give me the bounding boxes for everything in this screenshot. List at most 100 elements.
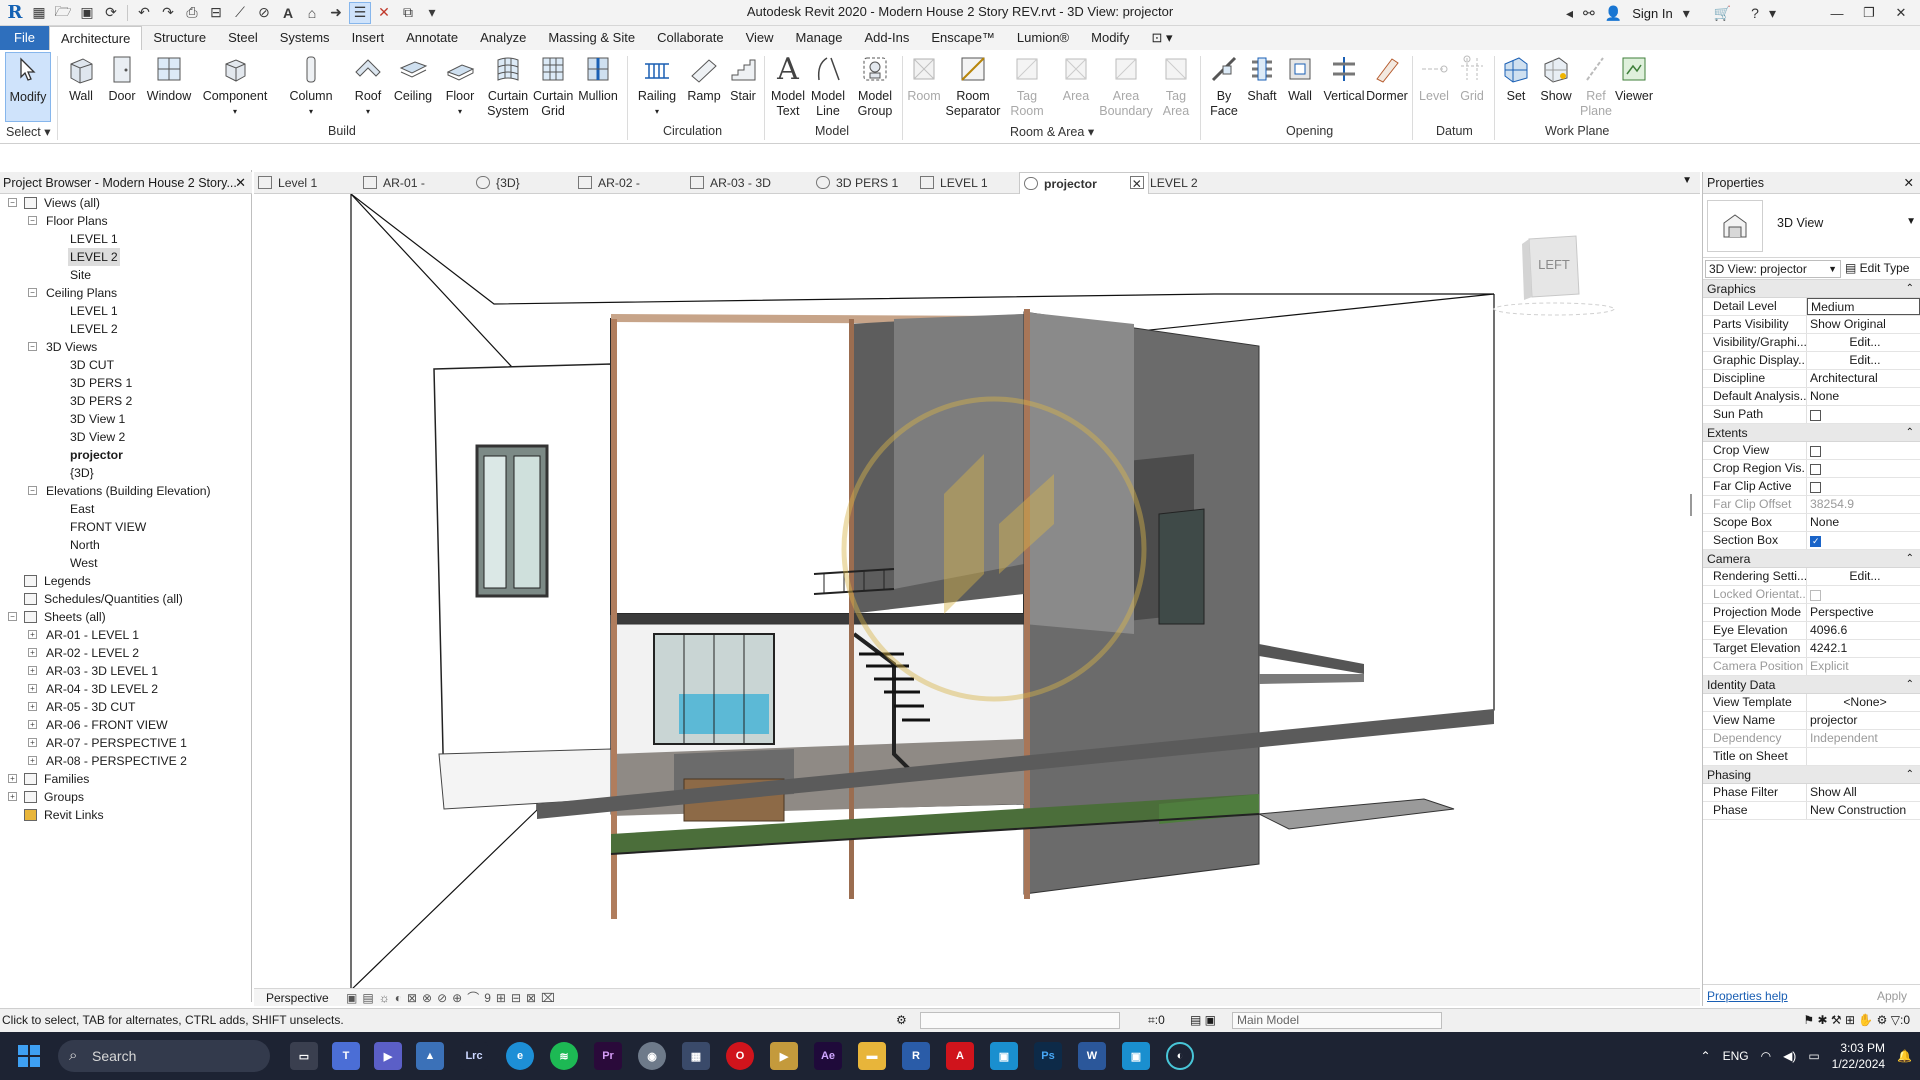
expand-icon[interactable]: +: [28, 630, 37, 639]
tab-massing-site[interactable]: Massing & Site: [537, 26, 646, 50]
collapse-icon[interactable]: ⌃: [1906, 280, 1914, 298]
property-value[interactable]: None: [1807, 514, 1920, 531]
property-category[interactable]: Extents ⌃: [1703, 424, 1920, 442]
ceiling-button[interactable]: Ceiling: [391, 52, 435, 104]
dimension-icon[interactable]: ⟋: [229, 2, 251, 24]
tree-node[interactable]: + Groups: [0, 788, 252, 806]
instance-filter-select[interactable]: 3D View: projector ▼: [1705, 260, 1841, 278]
tree-node[interactable]: − Ceiling Plans: [0, 284, 252, 302]
thin-lines-icon[interactable]: ☰: [349, 1, 371, 24]
help-dropdown-icon[interactable]: ▾: [1769, 5, 1776, 22]
view-tab[interactable]: AR-01 - LEVEL 1: [359, 172, 459, 212]
property-value[interactable]: 4242.1: [1807, 640, 1920, 657]
level-button[interactable]: Level: [1416, 52, 1452, 104]
checkbox[interactable]: [1810, 533, 1821, 549]
curtain-system-button[interactable]: Curtain System: [484, 52, 532, 119]
property-value[interactable]: Edit...: [1807, 334, 1920, 351]
checkbox[interactable]: [1810, 482, 1821, 493]
property-value[interactable]: [1807, 532, 1920, 549]
sign-in-link[interactable]: Sign In: [1632, 6, 1672, 21]
tab-architecture[interactable]: Architecture: [48, 26, 143, 50]
property-value[interactable]: [1807, 406, 1920, 423]
viewcube[interactable]: LEFT: [1493, 235, 1615, 316]
edit-type-button[interactable]: ▤ Edit Type: [1845, 261, 1909, 275]
tree-node[interactable]: + AR-08 - PERSPECTIVE 2: [0, 752, 252, 770]
checkbox[interactable]: [1810, 410, 1821, 421]
design-option-select[interactable]: Main Model: [1232, 1012, 1442, 1029]
minimize-button[interactable]: —: [1826, 6, 1848, 21]
view-tab[interactable]: AR-02 - LEVEL 2: [574, 172, 674, 212]
property-value[interactable]: New Construction: [1807, 802, 1920, 819]
tree-node[interactable]: FRONT VIEW: [0, 518, 252, 536]
edge-icon[interactable]: e: [506, 1042, 534, 1070]
tag-room-button[interactable]: Tag Room: [1008, 52, 1046, 119]
tab-view[interactable]: View: [735, 26, 785, 50]
user-icon[interactable]: 👤: [1605, 5, 1622, 22]
tree-node[interactable]: West: [0, 554, 252, 572]
meet-icon[interactable]: ▶: [374, 1042, 402, 1070]
property-category[interactable]: Graphics ⌃: [1703, 280, 1920, 298]
tree-node[interactable]: 3D PERS 1: [0, 374, 252, 392]
apply-button[interactable]: Apply: [1877, 985, 1907, 1007]
battery-icon[interactable]: ▭: [1808, 1049, 1819, 1063]
collapse-icon[interactable]: ⌃: [1906, 676, 1914, 694]
worksharing-icon[interactable]: ⚙: [896, 1009, 907, 1031]
text-icon[interactable]: A: [277, 2, 299, 24]
tree-node[interactable]: + AR-05 - 3D CUT: [0, 698, 252, 716]
room-separator-button[interactable]: Room Separator: [946, 52, 1000, 119]
room-area-panel-dropdown[interactable]: Room & Area ▾: [1010, 124, 1094, 139]
tab-manage[interactable]: Manage: [785, 26, 854, 50]
tab-file[interactable]: File: [0, 26, 49, 50]
window-button[interactable]: Window: [144, 52, 194, 104]
tab-lumion[interactable]: Lumion®: [1006, 26, 1080, 50]
tree-node[interactable]: Schedules/Quantities (all): [0, 590, 252, 608]
spotify-icon[interactable]: ≋: [550, 1042, 578, 1070]
floor-button[interactable]: Floor ▾: [441, 52, 479, 119]
wifi-icon[interactable]: ◠: [1761, 1049, 1771, 1063]
print-icon[interactable]: ⎙: [181, 2, 203, 24]
tab-structure[interactable]: Structure: [142, 26, 217, 50]
expand-icon[interactable]: +: [28, 738, 37, 747]
tree-node[interactable]: + AR-04 - 3D LEVEL 2: [0, 680, 252, 698]
tree-node[interactable]: + AR-02 - LEVEL 2: [0, 644, 252, 662]
tree-node[interactable]: − Elevations (Building Elevation): [0, 482, 252, 500]
expand-icon[interactable]: +: [8, 792, 17, 801]
checkbox[interactable]: [1810, 464, 1821, 475]
tree-node[interactable]: − Floor Plans: [0, 212, 252, 230]
view-mode-label[interactable]: Perspective: [266, 991, 329, 1005]
filter-count[interactable]: ⚑ ✱ ⚒ ⊞ ✋ ⚙ ▽:0: [1803, 1009, 1910, 1031]
premiere-icon[interactable]: Pr: [594, 1042, 622, 1070]
property-value[interactable]: [1807, 460, 1920, 477]
drawing-viewport[interactable]: LEFT: [254, 194, 1700, 990]
language-indicator[interactable]: ENG: [1723, 1049, 1749, 1063]
tree-node[interactable]: North: [0, 536, 252, 554]
clock[interactable]: 3:03 PM 1/22/2024: [1832, 1040, 1885, 1072]
roof-button[interactable]: Roof ▾: [350, 52, 386, 119]
tag-icon[interactable]: ⊘: [253, 2, 275, 24]
switch-windows-icon[interactable]: ⧉: [397, 2, 419, 24]
area-button[interactable]: Area: [1058, 52, 1094, 104]
collapse-icon[interactable]: ⌃: [1906, 424, 1914, 442]
property-category[interactable]: Identity Data ⌃: [1703, 676, 1920, 694]
close-icon[interactable]: ✕: [235, 172, 246, 194]
property-value[interactable]: <None>: [1807, 694, 1920, 711]
property-value[interactable]: Edit...: [1807, 352, 1920, 369]
ramp-button[interactable]: Ramp: [686, 52, 722, 104]
shaft-button[interactable]: Shaft: [1244, 52, 1280, 104]
opera-icon[interactable]: O: [726, 1042, 754, 1070]
view-tab[interactable]: AR-03 - 3D LEVEL 1: [686, 172, 786, 212]
movies-icon[interactable]: ▶: [770, 1042, 798, 1070]
photoshop-icon[interactable]: Ps: [1034, 1042, 1062, 1070]
property-value[interactable]: projector: [1807, 712, 1920, 729]
property-value[interactable]: Architectural: [1807, 370, 1920, 387]
tree-node[interactable]: {3D}: [0, 464, 252, 482]
tree-node[interactable]: Revit Links: [0, 806, 252, 824]
tree-node[interactable]: + AR-06 - FRONT VIEW: [0, 716, 252, 734]
view-tab[interactable]: LEVEL 1: [916, 172, 1016, 194]
property-value[interactable]: Perspective: [1807, 604, 1920, 621]
collapse-icon[interactable]: −: [28, 288, 37, 297]
ref-plane-button[interactable]: Ref Plane: [1578, 52, 1614, 119]
type-selector[interactable]: 3D View ▼: [1703, 194, 1920, 258]
restore-button[interactable]: ❐: [1858, 5, 1880, 21]
after-effects-icon[interactable]: Ae: [814, 1042, 842, 1070]
